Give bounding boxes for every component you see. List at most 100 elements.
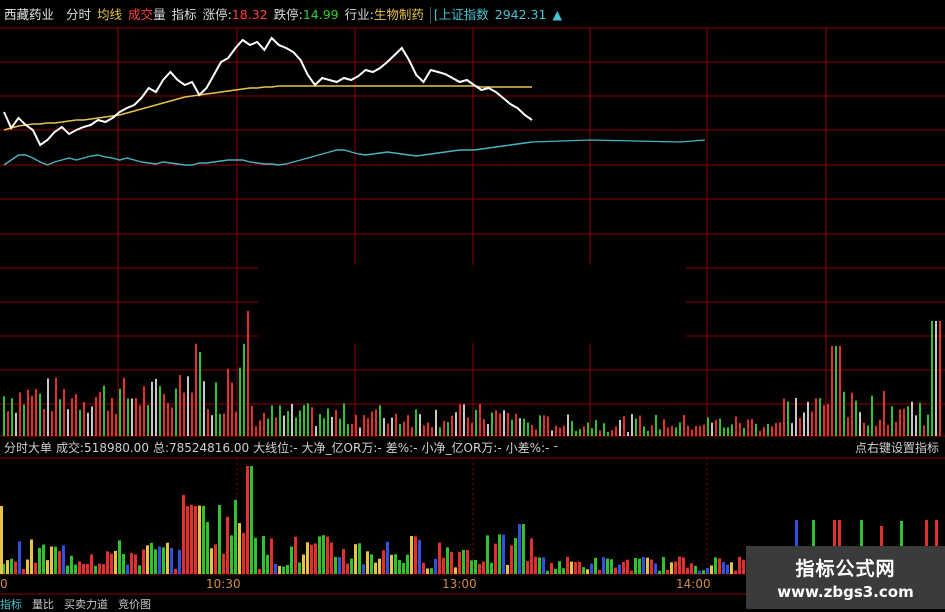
indicator-bar — [530, 538, 533, 574]
bottom-tab-indicator[interactable]: 指标 — [0, 596, 22, 611]
indicator-bar — [326, 536, 329, 574]
volume-bar — [423, 425, 425, 436]
bottom-tab-volume-ratio[interactable]: 量比 — [32, 596, 54, 611]
volume-bar — [551, 430, 553, 436]
volume-bar — [891, 406, 893, 436]
indicator-bar — [158, 546, 161, 574]
index-line — [3, 141, 533, 166]
volume-bar — [603, 423, 605, 436]
volume-bar — [543, 415, 545, 436]
volume-bar — [467, 417, 469, 436]
indicator-bar — [194, 506, 197, 574]
indicator-bar — [198, 505, 201, 574]
volume-bar — [779, 422, 781, 436]
volume-bar — [599, 430, 601, 436]
indicator-bar — [586, 569, 589, 574]
volume-bar — [883, 391, 885, 436]
volume-bar — [587, 422, 589, 436]
indicator-bar — [66, 565, 69, 574]
volume-bar — [819, 398, 821, 436]
volume-bar — [451, 415, 453, 436]
indicator-bar — [510, 545, 513, 574]
volume-bar — [715, 419, 717, 436]
volume-bar — [523, 418, 525, 436]
indicator-bar — [498, 534, 501, 574]
volume-bar — [75, 394, 77, 436]
indicator-bar — [382, 550, 385, 574]
indicator-bar — [302, 554, 305, 574]
indicator-bar — [550, 562, 553, 574]
volume-bar — [611, 430, 613, 436]
tab-time[interactable]: 分时 — [66, 7, 91, 23]
indicator-bar — [450, 551, 453, 574]
indicator-bar — [646, 557, 649, 574]
volume-bar — [351, 423, 353, 436]
indicator-bar — [414, 536, 417, 574]
industry-value[interactable]: 生物制药 — [374, 7, 424, 23]
volume-bar — [375, 409, 377, 436]
volume-bar — [671, 426, 673, 436]
indicator-bar — [258, 568, 261, 574]
indicator-bar — [394, 554, 397, 574]
indicator-bar — [242, 532, 245, 574]
volume-bar — [939, 321, 941, 436]
index-name[interactable]: [上证指数 — [429, 7, 489, 23]
indicator-bar — [310, 544, 313, 574]
indicator-bar — [46, 560, 49, 574]
bottom-tab-buy-sell[interactable]: 买卖力道 — [64, 596, 108, 611]
tab-volume-a[interactable]: 成交 — [128, 7, 153, 23]
volume-bar — [711, 422, 713, 436]
volume-bar — [39, 393, 41, 436]
tab-indicator[interactable]: 指标 — [172, 7, 197, 23]
volume-bar — [695, 426, 697, 436]
tab-volume-b[interactable]: 量 — [153, 7, 166, 23]
indicator-bar — [442, 557, 445, 574]
indicator-bar — [322, 535, 325, 574]
volume-bar — [899, 409, 901, 436]
volume-bar — [815, 398, 817, 436]
volume-bar — [619, 419, 621, 436]
volume-bar — [887, 425, 889, 436]
volume-bar — [347, 424, 349, 436]
volume-bar — [667, 427, 669, 436]
volume-bar — [199, 351, 201, 436]
indicator-bar — [138, 565, 141, 574]
bottom-tab-auction[interactable]: 竞价图 — [118, 596, 151, 611]
indicator-bar — [78, 561, 81, 574]
volume-bar — [67, 409, 69, 436]
indicator-bar — [134, 554, 137, 574]
volume-bar — [907, 406, 909, 436]
volume-bar — [731, 424, 733, 436]
indicator-bar — [254, 537, 257, 574]
indicator-name[interactable]: 分时大单 — [4, 439, 52, 456]
limit-up-label: 涨停: — [202, 7, 232, 22]
indicator-bar — [630, 570, 633, 574]
indicator-bar — [330, 542, 333, 574]
volume-bar — [803, 412, 805, 436]
indicator-bar — [430, 568, 433, 574]
volume-bar — [419, 414, 421, 436]
indicator-bar — [50, 546, 53, 574]
indicator-bar — [426, 568, 429, 574]
volume-bar — [643, 426, 645, 436]
volume-bar — [223, 413, 225, 436]
tab-avg-line[interactable]: 均线 — [97, 7, 122, 23]
chart-header: 西藏药业 分时 均线 成交 量 指标 涨停: 18.32 跌停: 14.99 行… — [4, 6, 562, 24]
volume-bar — [267, 418, 269, 436]
indicator-bar — [290, 546, 293, 574]
indicator-volume: 成交:518980.00 — [56, 441, 149, 455]
indicator-bar — [682, 557, 685, 574]
indicator-bar — [474, 560, 477, 574]
indicator-bar — [122, 553, 125, 574]
volume-bar — [539, 415, 541, 436]
volume-bar — [767, 423, 769, 436]
volume-bar — [507, 412, 509, 436]
indicator-bar — [298, 562, 301, 574]
indicator-bar — [730, 562, 733, 574]
right-click-hint[interactable]: 点右键设置指标 — [855, 439, 939, 456]
indicator-bar — [658, 570, 661, 574]
volume-bar — [195, 343, 197, 436]
indicator-bar — [490, 562, 493, 574]
indicator-bar — [170, 547, 173, 574]
indicator-bar — [534, 556, 537, 574]
